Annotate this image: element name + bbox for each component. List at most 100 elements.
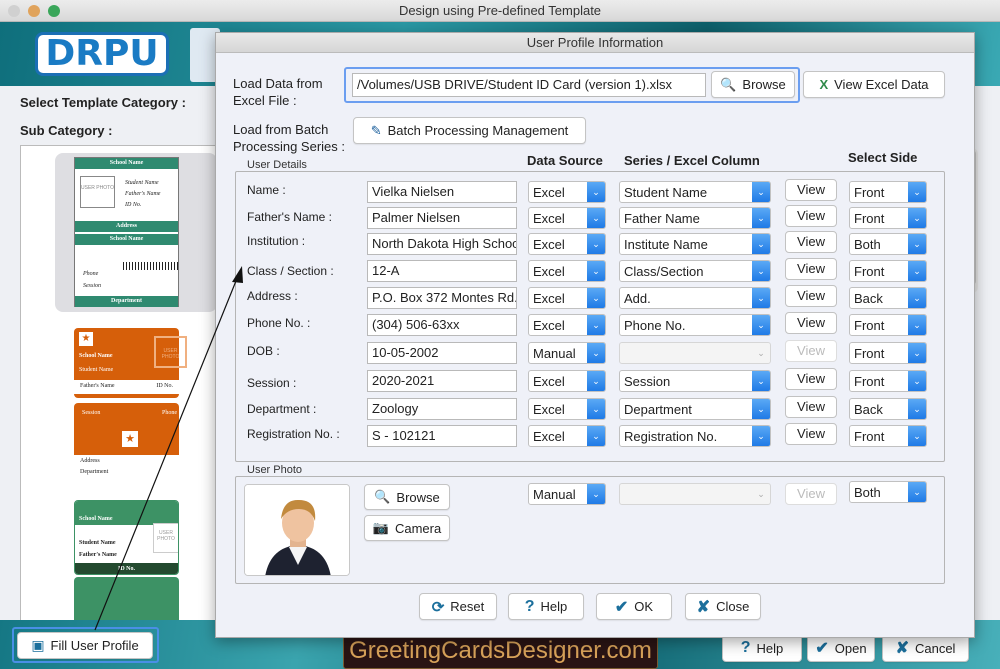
card-fields: Student Name Father's Name <box>79 537 117 561</box>
chevron-down-icon: ⌄ <box>908 288 926 308</box>
data-source-select[interactable]: Excel ⌄ <box>528 233 606 255</box>
reset-button[interactable]: ⟳ Reset <box>419 593 497 620</box>
excel-column-select[interactable]: Add. ⌄ <box>619 287 771 309</box>
excel-column-select[interactable]: Session ⌄ <box>619 370 771 392</box>
dialog-title: User Profile Information <box>216 33 974 53</box>
data-source-select[interactable]: Excel ⌄ <box>528 314 606 336</box>
field-value-input[interactable]: (304) 506-63xx <box>367 314 517 336</box>
data-source-select[interactable]: Excel ⌄ <box>528 287 606 309</box>
select-side-select[interactable]: Front ⌄ <box>849 342 927 364</box>
chevron-down-icon: ⌄ <box>752 315 770 335</box>
select-side-select[interactable]: Back ⌄ <box>849 287 927 309</box>
view-button: View <box>785 340 837 362</box>
excel-column-select[interactable]: Institute Name ⌄ <box>619 233 771 255</box>
photo-column-select: ⌄ <box>619 483 771 505</box>
template-thumbnail-3[interactable]: School Name Student Name Father's Name US… <box>74 500 179 575</box>
field-value-input[interactable]: Palmer Nielsen <box>367 207 517 229</box>
select-side-select[interactable]: Both ⌄ <box>849 233 927 255</box>
field-value-input[interactable]: North Dakota High School <box>367 233 517 255</box>
select-side-select[interactable]: Front ⌄ <box>849 207 927 229</box>
excel-column-select[interactable]: Department ⌄ <box>619 398 771 420</box>
photo-browse-button[interactable]: 🔍 Browse <box>364 484 450 510</box>
template-thumbnail-1[interactable]: School Name USER PHOTO Student Name Fathe… <box>74 157 179 307</box>
data-source-select[interactable]: Excel ⌄ <box>528 425 606 447</box>
select-side-select[interactable]: Front ⌄ <box>849 314 927 336</box>
excel-column-select[interactable]: Father Name ⌄ <box>619 207 771 229</box>
view-button[interactable]: View <box>785 312 837 334</box>
chevron-down-icon: ⌄ <box>587 371 605 391</box>
photo-side-select[interactable]: Both ⌄ <box>849 481 927 503</box>
maximize-window-button[interactable] <box>48 5 60 17</box>
sub-category-label: Sub Category : <box>20 123 113 138</box>
excel-column-select[interactable]: Registration No. ⌄ <box>619 425 771 447</box>
select-value: Front <box>854 211 885 226</box>
data-source-select[interactable]: Manual ⌄ <box>528 342 606 364</box>
view-button[interactable]: View <box>785 423 837 445</box>
view-button[interactable]: View <box>785 179 837 201</box>
help-button[interactable]: ? Help <box>722 634 802 662</box>
photo-source-select[interactable]: Manual ⌄ <box>528 483 606 505</box>
data-source-select[interactable]: Excel ⌄ <box>528 181 606 203</box>
view-button[interactable]: View <box>785 396 837 418</box>
chevron-down-icon: ⌄ <box>908 182 926 202</box>
field-value-input[interactable]: 2020-2021 <box>367 370 517 392</box>
excel-browse-button[interactable]: 🔍 Browse <box>711 71 795 98</box>
select-value: Manual <box>533 346 576 361</box>
data-source-select[interactable]: Excel ⌄ <box>528 260 606 282</box>
template-thumbnail-2[interactable]: ★ USER PHOTO School Name Student Name Fa… <box>74 328 187 398</box>
select-side-select[interactable]: Back ⌄ <box>849 398 927 420</box>
select-value: Excel <box>533 264 565 279</box>
excel-file-path-input[interactable]: /Volumes/USB DRIVE/Student ID Card (vers… <box>352 73 706 97</box>
cancel-button[interactable]: ✘ Cancel <box>882 634 969 662</box>
ok-button[interactable]: ✔ OK <box>596 593 672 620</box>
view-button[interactable]: View <box>785 285 837 307</box>
select-value: Back <box>854 402 883 417</box>
button-label: Open <box>834 640 867 656</box>
field-value-input[interactable]: Zoology <box>367 398 517 420</box>
select-side-select[interactable]: Front ⌄ <box>849 425 927 447</box>
check-icon: ✔ <box>815 640 829 657</box>
camera-button[interactable]: 📷 Camera <box>364 515 450 541</box>
folder-search-icon: 🔍 <box>720 76 737 92</box>
select-side-select[interactable]: Front ⌄ <box>849 181 927 203</box>
select-value: Department <box>624 402 692 417</box>
minimize-window-button[interactable] <box>28 5 40 17</box>
batch-processing-button[interactable]: ✎ Batch Processing Management <box>353 117 586 144</box>
excel-column-select[interactable]: Class/Section ⌄ <box>619 260 771 282</box>
excel-column-select[interactable]: Student Name ⌄ <box>619 181 771 203</box>
chevron-down-icon: ⌄ <box>752 399 770 419</box>
select-value: Front <box>854 374 885 389</box>
data-source-select[interactable]: Excel ⌄ <box>528 370 606 392</box>
excel-column-header: Series / Excel Column <box>624 153 760 168</box>
template-thumbnail-2-back[interactable]: Session Phone ★ Address Department <box>74 403 179 479</box>
view-button[interactable]: View <box>785 205 837 227</box>
view-button[interactable]: View <box>785 368 837 390</box>
field-value-input[interactable]: 12-A <box>367 260 517 282</box>
close-window-button[interactable] <box>8 5 20 17</box>
card-text: School Name <box>75 158 178 169</box>
select-side-header: Select Side <box>848 150 918 165</box>
chevron-down-icon: ⌄ <box>752 371 770 391</box>
chevron-down-icon: ⌄ <box>587 234 605 254</box>
watermark: GreetingCardsDesigner.com <box>343 633 658 669</box>
excel-column-select[interactable]: Phone No. ⌄ <box>619 314 771 336</box>
template-thumbnail-4[interactable] <box>74 577 179 621</box>
data-source-select[interactable]: Excel ⌄ <box>528 207 606 229</box>
field-value-input[interactable]: P.O. Box 372 Montes Rd.St <box>367 287 517 309</box>
view-excel-data-button[interactable]: X View Excel Data <box>803 71 945 98</box>
dialog-help-button[interactable]: ? Help <box>508 593 584 620</box>
fill-user-profile-button[interactable]: ▣ Fill User Profile <box>17 632 153 659</box>
select-side-select[interactable]: Front ⌄ <box>849 370 927 392</box>
open-button[interactable]: ✔ Open <box>807 634 875 662</box>
field-value-input[interactable]: 10-05-2002 <box>367 342 517 364</box>
field-value-input[interactable]: S - 102121 <box>367 425 517 447</box>
field-value-input[interactable]: Vielka Nielsen <box>367 181 517 203</box>
view-button[interactable]: View <box>785 258 837 280</box>
view-button[interactable]: View <box>785 231 837 253</box>
chevron-down-icon: ⌄ <box>587 399 605 419</box>
star-icon: ★ <box>79 332 93 346</box>
close-button[interactable]: ✘ Close <box>685 593 761 620</box>
select-side-select[interactable]: Front ⌄ <box>849 260 927 282</box>
data-source-select[interactable]: Excel ⌄ <box>528 398 606 420</box>
card-text: Father's Name <box>80 383 115 389</box>
